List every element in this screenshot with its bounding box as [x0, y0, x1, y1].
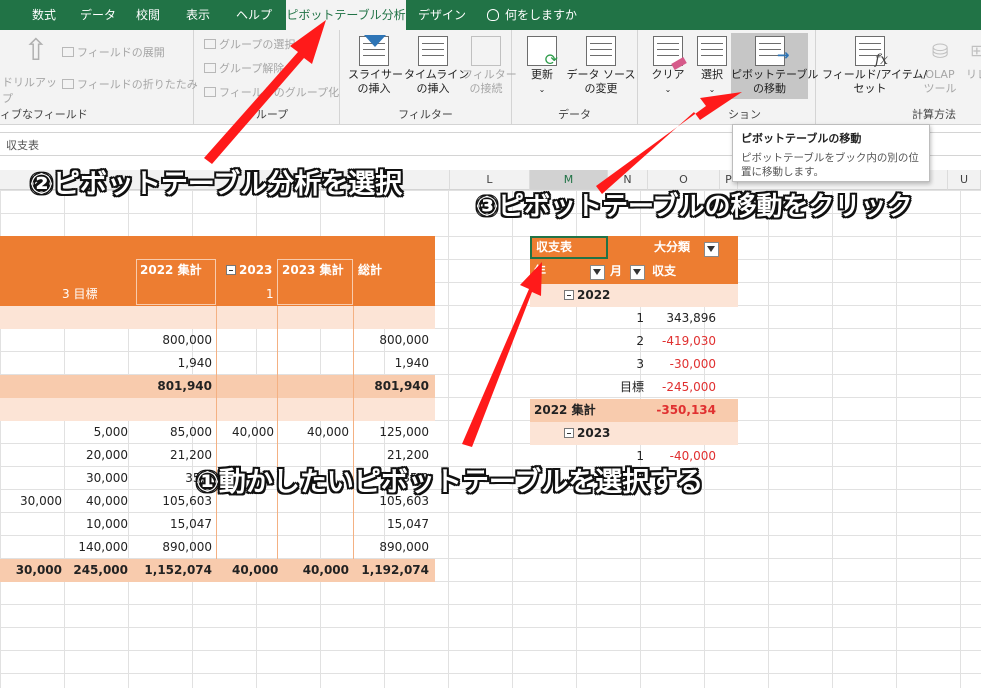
annotation-step2: ②ピボットテーブル分析を選択	[30, 169, 403, 200]
tooltip-body: ピボットテーブルをブック内の別の位置に移動します。	[741, 152, 919, 178]
annotation-step3: ③ピボットテーブルの移動をクリック	[476, 192, 913, 222]
annotation-arrows	[204, 20, 742, 447]
arrow-to-pivot-table	[462, 262, 542, 447]
tooltip-title: ピボットテーブルの移動	[741, 132, 862, 145]
arrow-to-move-button	[596, 92, 742, 194]
annotation-step1: ①動かしたいピボットテーブルを選択する	[196, 467, 704, 498]
move-pivottable-tooltip: ピボットテーブルの移動 ピボットテーブルをブック内の別の位置に移動します。	[732, 124, 930, 182]
arrow-to-analyze-tab	[204, 20, 326, 164]
